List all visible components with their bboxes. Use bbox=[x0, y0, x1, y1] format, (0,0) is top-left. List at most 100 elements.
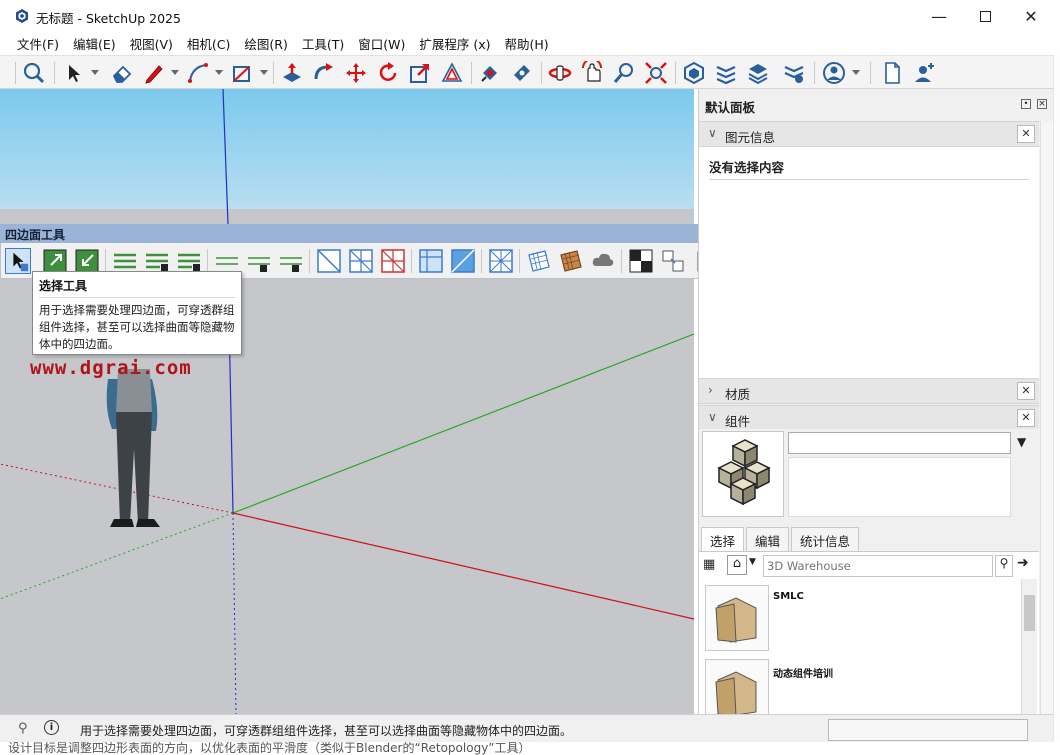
menu-tools[interactable]: 工具(T) bbox=[297, 32, 349, 54]
entity-info-header[interactable]: ∨ 图元信息 ✕ bbox=[699, 121, 1039, 147]
quad-expand-icon[interactable] bbox=[43, 249, 67, 273]
menu-help[interactable]: 帮助(H) bbox=[500, 32, 554, 54]
forward-arrow-icon[interactable]: ➜ bbox=[1017, 555, 1035, 577]
tray-scrollbar[interactable] bbox=[1040, 121, 1054, 714]
menu-file[interactable]: 文件(F) bbox=[12, 32, 64, 54]
tab-edit[interactable]: 编辑 bbox=[746, 527, 790, 551]
menu-view[interactable]: 视图(V) bbox=[125, 32, 178, 54]
triangulate-icon[interactable] bbox=[489, 249, 513, 273]
tab-statistics[interactable]: 统计信息 bbox=[791, 527, 860, 551]
chevron-down-icon[interactable] bbox=[260, 70, 268, 75]
entity-info-close-button[interactable]: ✕ bbox=[1017, 125, 1035, 143]
tape-measure-icon[interactable] bbox=[510, 61, 534, 85]
quad-grid-icon[interactable] bbox=[317, 249, 341, 273]
ring-grow-icon[interactable] bbox=[247, 249, 271, 273]
list-item[interactable]: SMLC bbox=[705, 585, 1025, 657]
close-icon[interactable]: × bbox=[1037, 99, 1047, 109]
arc-icon[interactable] bbox=[186, 61, 210, 85]
component-tabs: 选择 编辑 统计信息 bbox=[701, 527, 861, 551]
red-axis-negative bbox=[0, 463, 234, 514]
loop-shrink-icon[interactable] bbox=[177, 249, 201, 273]
pin-icon[interactable]: • bbox=[1021, 99, 1031, 109]
rectangle-icon[interactable] bbox=[230, 61, 254, 85]
materials-close-button[interactable]: ✕ bbox=[1017, 382, 1035, 400]
move-icon[interactable] bbox=[344, 61, 368, 85]
menu-edit[interactable]: 编辑(E) bbox=[68, 32, 121, 54]
measurements-box[interactable] bbox=[828, 719, 1028, 741]
loop-grow-icon[interactable] bbox=[145, 249, 169, 273]
component-description-field[interactable] bbox=[788, 457, 1011, 517]
chevron-down-icon[interactable] bbox=[171, 70, 179, 75]
uv-grid-icon[interactable] bbox=[527, 249, 551, 273]
menu-extensions[interactable]: 扩展程序 (x) bbox=[414, 32, 495, 54]
checker-icon[interactable] bbox=[629, 249, 653, 273]
quad-shrink-icon[interactable] bbox=[75, 249, 99, 273]
eraser-icon[interactable] bbox=[110, 61, 134, 85]
component-preview bbox=[702, 431, 784, 517]
scale-icon[interactable] bbox=[408, 61, 432, 85]
drawing-viewport[interactable]: www.dgrai.com bbox=[0, 89, 694, 714]
ring-select-icon[interactable] bbox=[215, 249, 239, 273]
ring-shrink-icon[interactable] bbox=[279, 249, 303, 273]
chevron-down-icon[interactable] bbox=[91, 70, 99, 75]
menu-window[interactable]: 窗口(W) bbox=[353, 32, 410, 54]
materials-header[interactable]: › 材质 ✕ bbox=[699, 378, 1039, 404]
convert-tri-icon[interactable] bbox=[451, 249, 475, 273]
chevron-down-icon[interactable] bbox=[852, 70, 860, 75]
pan-icon[interactable] bbox=[580, 61, 604, 85]
info-icon[interactable]: i bbox=[44, 720, 59, 735]
search-icon[interactable] bbox=[22, 61, 46, 85]
toolbar-separator bbox=[273, 62, 274, 84]
add-user-icon[interactable] bbox=[912, 61, 936, 85]
push-pull-icon[interactable] bbox=[280, 61, 304, 85]
close-window-button[interactable]: ✕ bbox=[1008, 0, 1054, 32]
follow-me-icon[interactable] bbox=[312, 61, 336, 85]
zoom-icon[interactable] bbox=[612, 61, 636, 85]
components-label: 组件 bbox=[725, 414, 751, 429]
toolbar-separator bbox=[814, 62, 815, 84]
components-close-button[interactable]: ✕ bbox=[1017, 409, 1035, 427]
window-title: 无标题 - SketchUp 2025 bbox=[36, 11, 181, 26]
quad-select-icon[interactable] bbox=[5, 248, 31, 274]
geo-location-icon[interactable]: ⚲ bbox=[18, 721, 28, 736]
details-arrow-icon[interactable]: ▼ bbox=[1017, 435, 1031, 451]
close-icon: ✕ bbox=[1024, 6, 1038, 26]
component-name: 动态组件培训 bbox=[773, 669, 833, 680]
toolbar-separator bbox=[870, 62, 871, 84]
tab-select[interactable]: 选择 bbox=[701, 527, 745, 551]
uv-texture-icon[interactable] bbox=[559, 249, 583, 273]
loop-select-icon[interactable] bbox=[113, 249, 137, 273]
new-file-icon[interactable] bbox=[880, 61, 904, 85]
chevron-down-icon[interactable] bbox=[215, 70, 223, 75]
account-icon[interactable] bbox=[822, 61, 846, 85]
search-icon[interactable]: ⚲ bbox=[995, 555, 1013, 577]
select-arrow-icon[interactable] bbox=[62, 61, 86, 85]
status-text: 用于选择需要处理四边面，可穿透群组组件选择，甚至可以选择曲面等隐藏物体中的四边面… bbox=[80, 724, 573, 738]
paint-bucket-icon[interactable] bbox=[478, 61, 502, 85]
chevron-down-icon[interactable]: ▼ bbox=[749, 557, 756, 567]
view-options-icon[interactable]: ▦ bbox=[703, 557, 715, 572]
offset-icon[interactable] bbox=[440, 61, 464, 85]
rotate-icon[interactable] bbox=[376, 61, 400, 85]
component-name-field[interactable] bbox=[788, 432, 1011, 454]
quad-grid-2-icon[interactable] bbox=[349, 249, 373, 273]
pencil-line-icon[interactable] bbox=[142, 61, 166, 85]
orbit-icon[interactable] bbox=[548, 61, 572, 85]
menu-camera[interactable]: 相机(C) bbox=[182, 32, 235, 54]
menu-draw[interactable]: 绘图(R) bbox=[239, 32, 292, 54]
component-search-input[interactable] bbox=[763, 555, 993, 577]
maximize-button[interactable] bbox=[962, 0, 1008, 32]
uv-copy-icon[interactable] bbox=[661, 249, 685, 273]
components-header[interactable]: ∨ 组件 ✕ bbox=[699, 405, 1039, 431]
convert-quad-icon[interactable] bbox=[419, 249, 443, 273]
home-icon[interactable]: ⌂ bbox=[727, 555, 747, 575]
style-builder-icon[interactable] bbox=[782, 61, 806, 85]
zoom-extents-icon[interactable] bbox=[644, 61, 668, 85]
warehouse-icon[interactable] bbox=[682, 61, 706, 85]
extension-warehouse-icon[interactable] bbox=[714, 61, 738, 85]
cloud-texture-icon[interactable] bbox=[591, 249, 615, 273]
list-scrollbar[interactable] bbox=[1021, 579, 1037, 714]
layout-icon[interactable] bbox=[746, 61, 770, 85]
minimize-button[interactable]: — bbox=[916, 0, 962, 32]
quad-grid-3-icon[interactable] bbox=[381, 249, 405, 273]
